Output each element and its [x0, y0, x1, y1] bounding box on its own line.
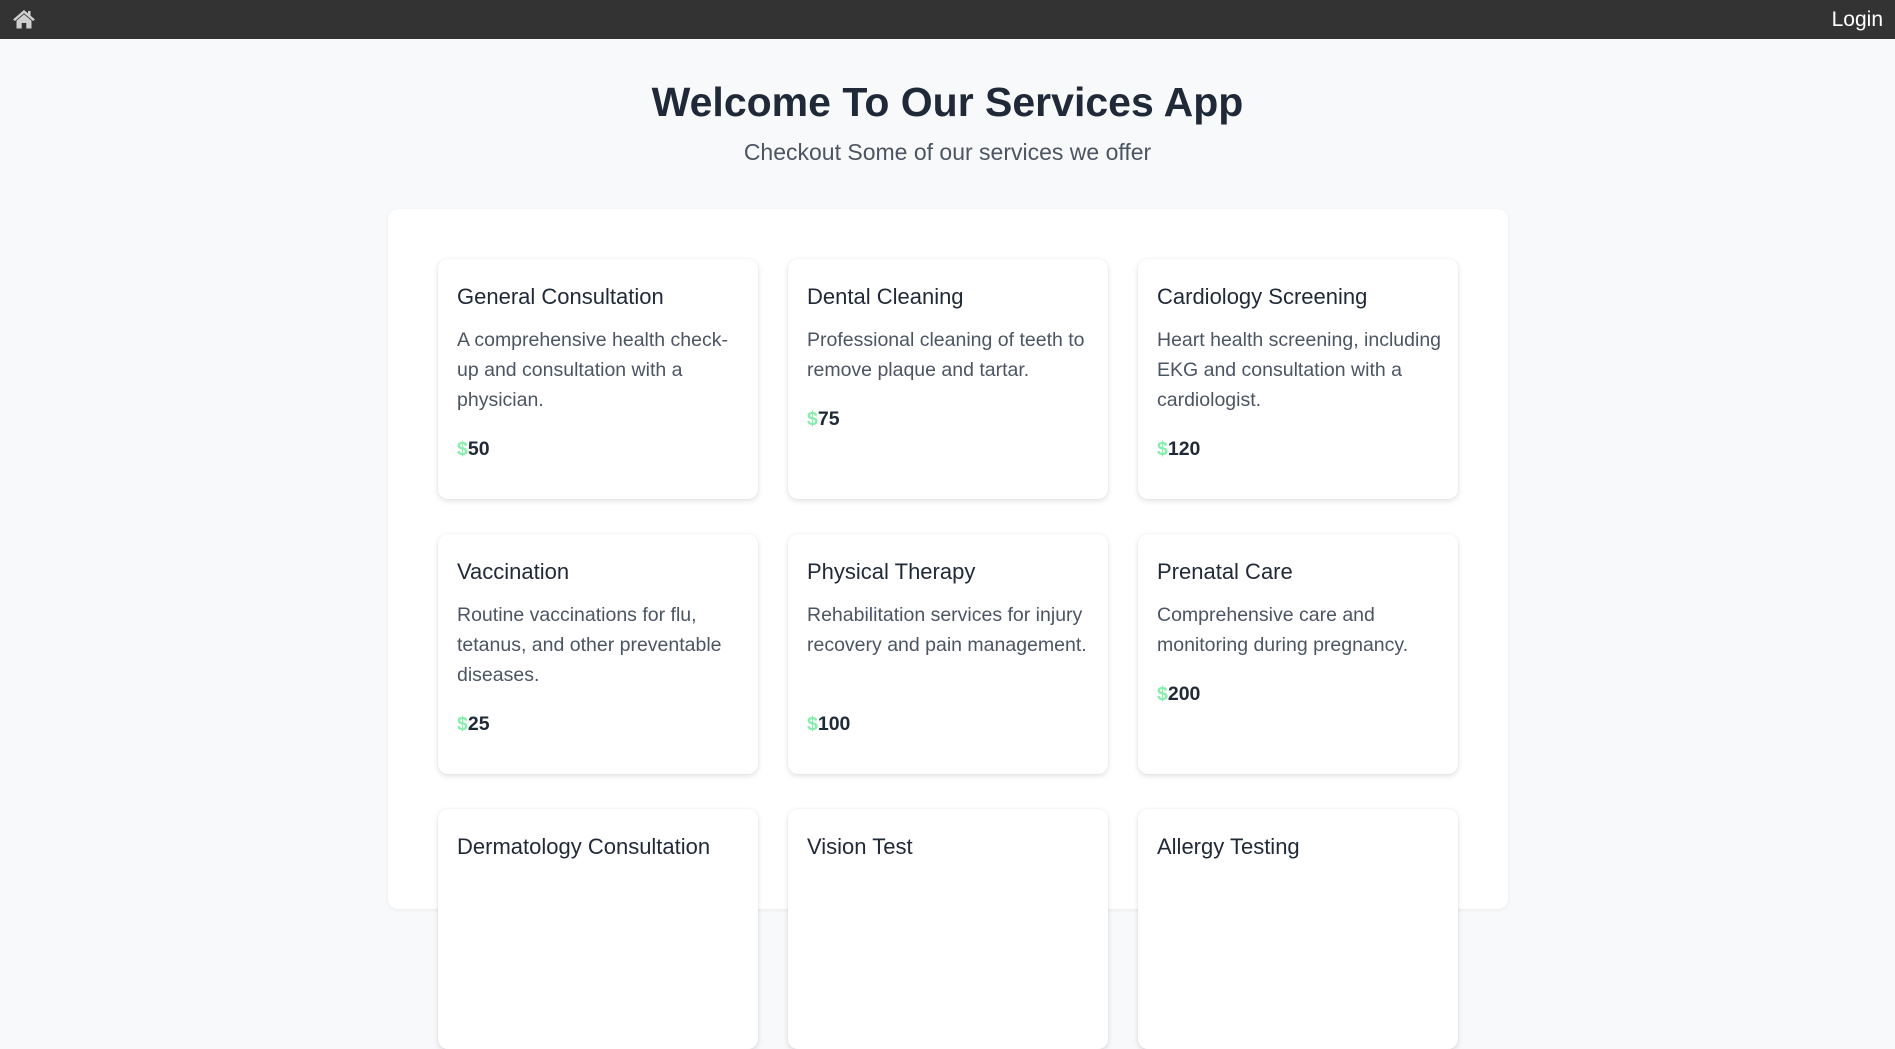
- service-description: Rehabilitation services for injury recov…: [807, 604, 1087, 656]
- services-panel: General Consultation A comprehensive hea…: [388, 209, 1508, 1049]
- login-link[interactable]: Login: [1832, 8, 1883, 32]
- service-title: Prenatal Care: [1157, 559, 1293, 584]
- page-title: Welcome To Our Services App: [651, 79, 1244, 125]
- service-title: Cardiology Screening: [1157, 284, 1368, 309]
- service-price: $100: [807, 711, 850, 737]
- price-amount: 120: [1167, 438, 1201, 460]
- service-title: Allergy Testing: [1157, 834, 1300, 859]
- service-title: Vaccination: [457, 559, 570, 584]
- service-card-dental-cleaning[interactable]: Dental Cleaning Professional cleaning of…: [788, 259, 1108, 499]
- service-card-prenatal-care[interactable]: Prenatal Care Comprehensive care and mon…: [1138, 534, 1458, 774]
- dollar-sign: $: [807, 408, 818, 430]
- service-title: Vision Test: [807, 834, 913, 859]
- dollar-sign: $: [457, 438, 468, 460]
- dollar-sign: $: [457, 713, 468, 735]
- service-price: $120: [1157, 436, 1200, 462]
- service-title: Dermatology Consultation: [457, 834, 711, 859]
- service-description: Professional cleaning of teeth to remove…: [807, 329, 1085, 381]
- service-title: Physical Therapy: [807, 559, 976, 584]
- service-card-general-consultation[interactable]: General Consultation A comprehensive hea…: [438, 259, 758, 499]
- dollar-sign: $: [1157, 683, 1168, 705]
- service-title: Dental Cleaning: [807, 284, 964, 309]
- service-description: A comprehensive health check-up and cons…: [457, 329, 728, 411]
- dollar-sign: $: [807, 713, 818, 735]
- service-card-vaccination[interactable]: Vaccination Routine vaccinations for flu…: [438, 534, 758, 774]
- price-amount: 25: [467, 713, 490, 735]
- service-description: Routine vaccinations for flu, tetanus, a…: [457, 604, 722, 686]
- price-amount: 100: [817, 713, 851, 735]
- service-card-dermatology-consultation[interactable]: Dermatology Consultation: [438, 809, 758, 1049]
- service-price: $200: [1157, 681, 1200, 707]
- price-amount: 75: [817, 408, 840, 430]
- home-icon: [13, 10, 35, 29]
- dollar-sign: $: [1157, 438, 1168, 460]
- service-card-allergy-testing[interactable]: Allergy Testing: [1138, 809, 1458, 1049]
- service-description: Comprehensive care and monitoring during…: [1157, 604, 1409, 656]
- service-description: Heart health screening, including EKG an…: [1157, 329, 1442, 411]
- top-navbar: Login: [0, 0, 1895, 39]
- service-price: $50: [457, 436, 490, 462]
- service-card-cardiology-screening[interactable]: Cardiology Screening Heart health screen…: [1138, 259, 1458, 499]
- service-price: $25: [457, 711, 490, 737]
- home-button[interactable]: [12, 8, 36, 30]
- service-title: General Consultation: [457, 284, 664, 309]
- price-amount: 50: [467, 438, 490, 460]
- service-card-vision-test[interactable]: Vision Test: [788, 809, 1108, 1049]
- price-amount: 200: [1167, 683, 1201, 705]
- service-price: $75: [807, 406, 840, 432]
- page-subtitle: Checkout Some of our services we offer: [743, 139, 1152, 165]
- service-card-physical-therapy[interactable]: Physical Therapy Rehabilitation services…: [788, 534, 1108, 774]
